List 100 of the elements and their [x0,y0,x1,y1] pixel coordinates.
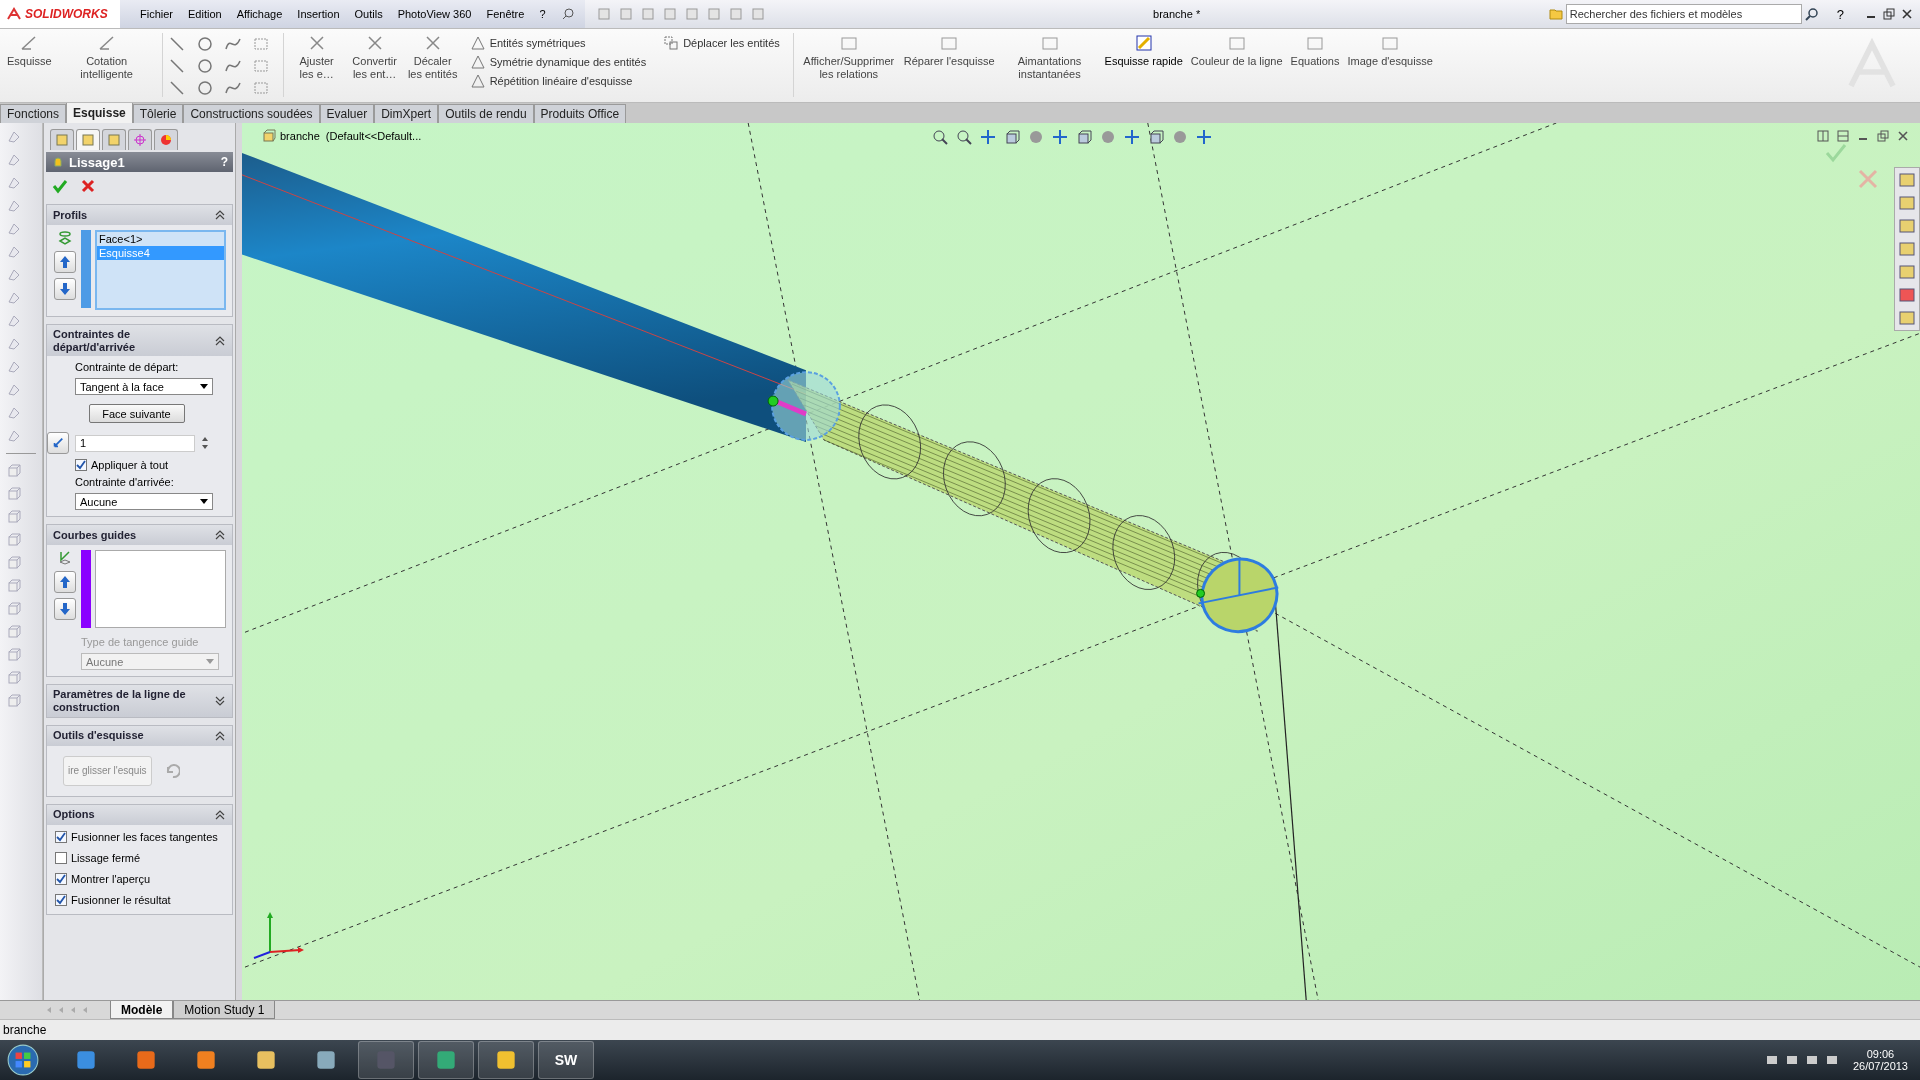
feature-icon[interactable] [6,290,22,306]
tab[interactable]: Evaluer [319,104,375,123]
list-item[interactable]: Face<1> [97,232,224,246]
view-tool-icon[interactable] [1148,129,1164,145]
tab[interactable]: DimXpert [374,104,439,123]
sketch-entity-icon[interactable] [195,79,214,97]
checkbox[interactable] [55,830,67,843]
view-tool-icon[interactable] [956,129,972,145]
feature-icon[interactable] [6,267,22,283]
toolbar-icon[interactable] [706,7,721,21]
ribbon-button[interactable]: Couleur de la ligne [1187,33,1286,69]
help-button[interactable]: ? [1836,6,1844,22]
cube-icon[interactable] [6,509,22,525]
cube-icon[interactable] [6,647,22,663]
feature-icon[interactable] [6,244,22,260]
cube-icon[interactable] [6,486,22,502]
tab[interactable]: Modèle [110,1001,174,1019]
ok-check-icon[interactable] [52,178,68,194]
checkbox-label[interactable]: Montrer l'aperçu [71,872,151,885]
ribbon-button[interactable]: Entités symétriques [468,35,649,51]
taskbar-app-button[interactable] [478,1041,534,1079]
section-header[interactable]: Contraintes de départ/d'arrivée [47,325,232,357]
checkbox[interactable] [55,851,67,864]
move-up-button[interactable] [54,571,76,594]
tray-icon[interactable] [1784,1053,1799,1067]
ribbon-button[interactable]: Décaler les entités [404,33,461,82]
tab[interactable]: Outils de rendu [438,104,534,123]
restore-icon[interactable] [1876,129,1890,143]
feature-icon[interactable] [6,221,22,237]
toolbar-icon[interactable] [750,7,765,21]
menu-item[interactable]: PhotoView 360 [397,8,472,20]
spinner-icon[interactable] [201,436,209,451]
ribbon-button[interactable]: Esquisse [4,33,55,69]
panel-tab[interactable] [154,129,178,150]
feature-icon[interactable] [6,175,22,191]
tray-icon[interactable] [1764,1053,1779,1067]
view-tool-icon[interactable] [1196,129,1212,145]
toolbar-icon[interactable] [684,7,699,21]
feature-icon[interactable] [6,428,22,444]
checkbox-label[interactable]: Lissage fermé [71,851,141,864]
toolbar-icon[interactable] [596,7,611,21]
ribbon-button[interactable]: Aimantations instantanées [999,33,1100,82]
menu-item[interactable]: Outils [354,8,383,20]
menu-item[interactable]: Insertion [297,8,340,20]
guide-curve-list[interactable] [95,550,226,629]
cube-icon[interactable] [6,532,22,548]
reverse-direction-button[interactable] [47,432,69,455]
move-down-button[interactable] [54,278,76,300]
split-view-icon[interactable] [1836,129,1850,143]
view-tool-icon[interactable] [980,129,996,145]
ribbon-button[interactable]: Symétrie dynamique des entités [468,54,649,70]
cube-icon[interactable] [6,624,22,640]
tab[interactable]: Esquisse [66,102,133,123]
panel-tab[interactable] [102,129,126,150]
feature-tree-label[interactable]: branche (Default<<Default... [262,129,422,143]
ribbon-button[interactable]: Esquisse rapide [1101,33,1186,69]
feature-icon[interactable] [6,313,22,329]
profile-list[interactable]: Face<1> Esquisse4 [95,230,226,310]
feature-icon[interactable] [6,152,22,168]
task-pane-icon[interactable] [1898,286,1916,304]
start-constraint-dropdown[interactable]: Tangent à la face [75,378,213,396]
ribbon-button[interactable]: Déplacer les entités [662,35,782,51]
tab[interactable]: Tôlerie [132,104,184,123]
feature-icon[interactable] [6,336,22,352]
cube-icon[interactable] [6,463,22,479]
cube-icon[interactable] [6,578,22,594]
ok-check-icon[interactable] [1824,141,1848,165]
end-constraint-dropdown[interactable]: Aucune [75,493,213,511]
tab[interactable]: Fonctions [0,104,67,123]
task-pane-icon[interactable] [1898,217,1916,235]
tab[interactable]: Constructions soudées [183,104,320,123]
panel-tab[interactable] [50,129,74,150]
panel-tab[interactable] [128,129,152,150]
cube-icon[interactable] [6,693,22,709]
task-pane-icon[interactable] [1898,309,1916,327]
checkbox-label[interactable]: Appliquer à tout [91,459,169,472]
search-field[interactable]: Rechercher des fichiers et modèles [1565,4,1802,24]
feature-icon[interactable] [6,198,22,214]
ribbon-button[interactable]: Afficher/Supprimer les relations [798,33,899,82]
ribbon-button[interactable]: Convertir les ent… [346,33,403,82]
pin-icon[interactable] [560,7,575,21]
sketch-entity-icon[interactable] [195,35,214,53]
tray-icon[interactable] [1804,1053,1819,1067]
panel-tab[interactable] [76,129,100,150]
checkbox[interactable] [75,459,87,472]
feature-icon[interactable] [6,382,22,398]
ribbon-button[interactable]: Cotation intelligente [56,33,157,82]
help-button[interactable]: ? [220,155,228,169]
ribbon-button[interactable]: Ajuster les e… [288,33,345,82]
move-down-button[interactable] [54,598,76,621]
sketch-entity-icon[interactable] [167,35,186,53]
close-icon[interactable] [1900,7,1914,21]
app-logo[interactable]: SOLIDWORKS [0,0,120,28]
cancel-x-icon[interactable] [80,178,96,194]
tab[interactable]: Produits Office [533,104,627,123]
taskbar-app-button[interactable]: SW [538,1041,594,1079]
task-pane-icon[interactable] [1898,171,1916,189]
checkbox-label[interactable]: Fusionner le résultat [71,893,171,906]
next-face-button[interactable]: Face suivante [88,404,185,424]
restore-icon[interactable] [1882,7,1896,21]
